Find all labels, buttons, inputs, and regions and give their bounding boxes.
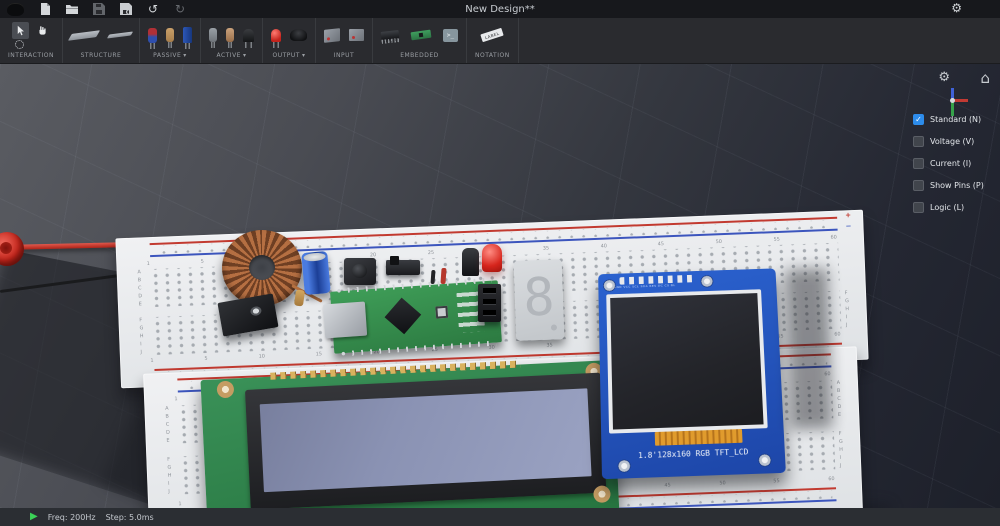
resistor-tan-icon[interactable] xyxy=(166,28,174,42)
palette-group-interaction: INTERACTION xyxy=(0,18,63,63)
component-palette: INTERACTION STRUCTURE PASSIVE▾ ACTI xyxy=(0,18,1000,64)
redo-icon[interactable]: ↻ xyxy=(173,2,187,16)
slide-switch[interactable] xyxy=(386,260,420,275)
breadboard-small-icon[interactable] xyxy=(107,31,133,38)
row-letters-left-top: ABCDE xyxy=(137,269,146,307)
checkbox-icon[interactable] xyxy=(913,180,924,191)
title-bar: ↺ ↻ New Design** ⚙ xyxy=(0,0,1000,18)
viewport-3d[interactable]: + − 151015202530354045505560 ABCDE FGHIJ… xyxy=(0,64,1000,508)
tft-flex-cable xyxy=(655,429,743,446)
lcd-screen xyxy=(260,388,592,492)
checkbox-icon[interactable] xyxy=(913,158,924,169)
mcu-chip xyxy=(385,298,422,335)
palette-label-interaction: INTERACTION xyxy=(8,50,54,61)
palette-group-notation: LABEL NOTATION xyxy=(467,18,519,63)
tft-lcd-module[interactable]: GND VCC SCL SDA RES DC CS BL 1.8'128x160… xyxy=(598,268,786,479)
app-logo-icon xyxy=(7,3,24,16)
display-option-current[interactable]: Current (I) xyxy=(913,158,994,169)
display-option-show-pins[interactable]: Show Pins (P) xyxy=(913,180,994,191)
palette-label-active[interactable]: ACTIVE▾ xyxy=(216,50,246,61)
diode-icon[interactable] xyxy=(209,28,217,42)
label-sticker-icon[interactable]: LABEL xyxy=(481,28,504,42)
row-letters-right-top: ABCDE xyxy=(836,380,845,418)
display-options-panel: ✓ Standard (N) Voltage (V) Current (I) S… xyxy=(913,114,994,213)
checkbox-icon[interactable] xyxy=(913,202,924,213)
tft-screen xyxy=(610,293,763,429)
row-letters-left-bottom: FGHIJ xyxy=(166,457,175,495)
palette-group-embedded: >_ EMBEDDED xyxy=(373,18,467,63)
rotate-tool-icon[interactable] xyxy=(15,40,24,49)
palette-group-output: OUTPUT▾ xyxy=(263,18,316,63)
select-tool-cursor-icon[interactable] xyxy=(12,22,29,39)
new-file-icon[interactable] xyxy=(38,2,52,16)
palette-label-output[interactable]: OUTPUT▾ xyxy=(272,50,305,61)
push-button[interactable] xyxy=(344,258,376,285)
cast-shadow xyxy=(785,268,833,429)
home-view-icon[interactable]: ⌂ xyxy=(980,69,990,87)
palette-group-structure: STRUCTURE xyxy=(63,18,140,63)
undo-icon[interactable]: ↺ xyxy=(146,2,160,16)
decimal-point xyxy=(551,324,557,330)
capacitor-icon[interactable] xyxy=(183,27,192,43)
dropdown-caret-icon: ▾ xyxy=(183,52,187,59)
palette-label-embedded: EMBEDDED xyxy=(400,50,439,61)
bench-supply-icon[interactable] xyxy=(349,29,364,41)
checkbox-checked-icon[interactable]: ✓ xyxy=(913,114,924,125)
app-window: ↺ ↻ New Design** ⚙ xyxy=(0,0,1000,526)
palette-label-input: INPUT xyxy=(334,50,354,61)
row-letters-left-bottom: FGHIJ xyxy=(138,317,147,355)
tft-pin-pads xyxy=(619,275,695,285)
row-letters-right-bottom: FGHIJ xyxy=(844,290,853,328)
play-button-icon[interactable]: ▶ xyxy=(30,512,38,522)
viewport-gear-icon[interactable]: ⚙ xyxy=(938,70,950,85)
palette-label-notation: NOTATION xyxy=(475,50,510,61)
display-option-logic[interactable]: Logic (L) xyxy=(913,202,994,213)
axis-x-red xyxy=(953,99,968,102)
settings-gear-icon[interactable]: ⚙ xyxy=(951,1,962,15)
palette-label-structure: STRUCTURE xyxy=(81,50,122,61)
power-supply-icon[interactable] xyxy=(324,28,340,43)
sim-step: Step: 5.0ms xyxy=(106,513,154,522)
breadboard-large-icon[interactable] xyxy=(68,30,100,41)
resistor-icon[interactable] xyxy=(148,28,157,43)
seven-segment-display[interactable]: 8 xyxy=(514,259,565,341)
palette-group-input: INPUT xyxy=(316,18,373,63)
save-icon[interactable] xyxy=(92,2,106,16)
hand-tool-icon[interactable] xyxy=(33,22,50,39)
status-bar: ▶ Freq: 200Hz Step: 5.0ms xyxy=(0,508,1000,526)
palette-group-passive: PASSIVE▾ xyxy=(140,18,201,63)
palette-group-active: ACTIVE▾ xyxy=(201,18,263,63)
save-as-icon[interactable] xyxy=(119,2,133,16)
dropdown-caret-icon: ▾ xyxy=(302,52,306,59)
dropdown-caret-icon: ▾ xyxy=(243,52,247,59)
reset-button[interactable] xyxy=(435,306,448,319)
buzzer-icon[interactable] xyxy=(290,29,307,41)
transistor-icon[interactable] xyxy=(243,29,254,42)
palette-label-passive[interactable]: PASSIVE▾ xyxy=(153,50,187,61)
display-option-standard[interactable]: ✓ Standard (N) xyxy=(913,114,994,125)
checkbox-icon[interactable] xyxy=(913,136,924,147)
row-letters-left-top: ABCDE xyxy=(164,406,173,444)
diode-tan-icon[interactable] xyxy=(226,28,234,42)
character-lcd-module[interactable] xyxy=(200,360,619,508)
tft-pin-labels: GND VCC SCL SDA RES DC CS BL xyxy=(614,284,676,289)
ic-chip-icon[interactable] xyxy=(381,30,400,40)
rail-minus-mark: − xyxy=(845,222,851,230)
tft-screen-frame xyxy=(606,289,767,433)
display-option-voltage[interactable]: Voltage (V) xyxy=(913,136,994,147)
code-terminal-icon[interactable]: >_ xyxy=(443,29,458,42)
electrolytic-capacitor[interactable] xyxy=(301,251,331,295)
female-header-socket[interactable] xyxy=(478,284,501,322)
usb-connector xyxy=(323,302,367,339)
sim-frequency: Freq: 200Hz xyxy=(48,513,96,522)
lcd-bezel xyxy=(245,373,606,508)
row-letters-right-bottom: FGHIJ xyxy=(838,431,847,469)
arduino-nano[interactable] xyxy=(330,280,502,354)
open-folder-icon[interactable] xyxy=(65,2,79,16)
microcontroller-board-icon[interactable] xyxy=(411,30,432,41)
rail-plus-mark: + xyxy=(845,211,851,219)
small-transistor[interactable] xyxy=(462,248,479,276)
red-led[interactable] xyxy=(482,244,502,272)
led-icon[interactable] xyxy=(271,29,281,42)
